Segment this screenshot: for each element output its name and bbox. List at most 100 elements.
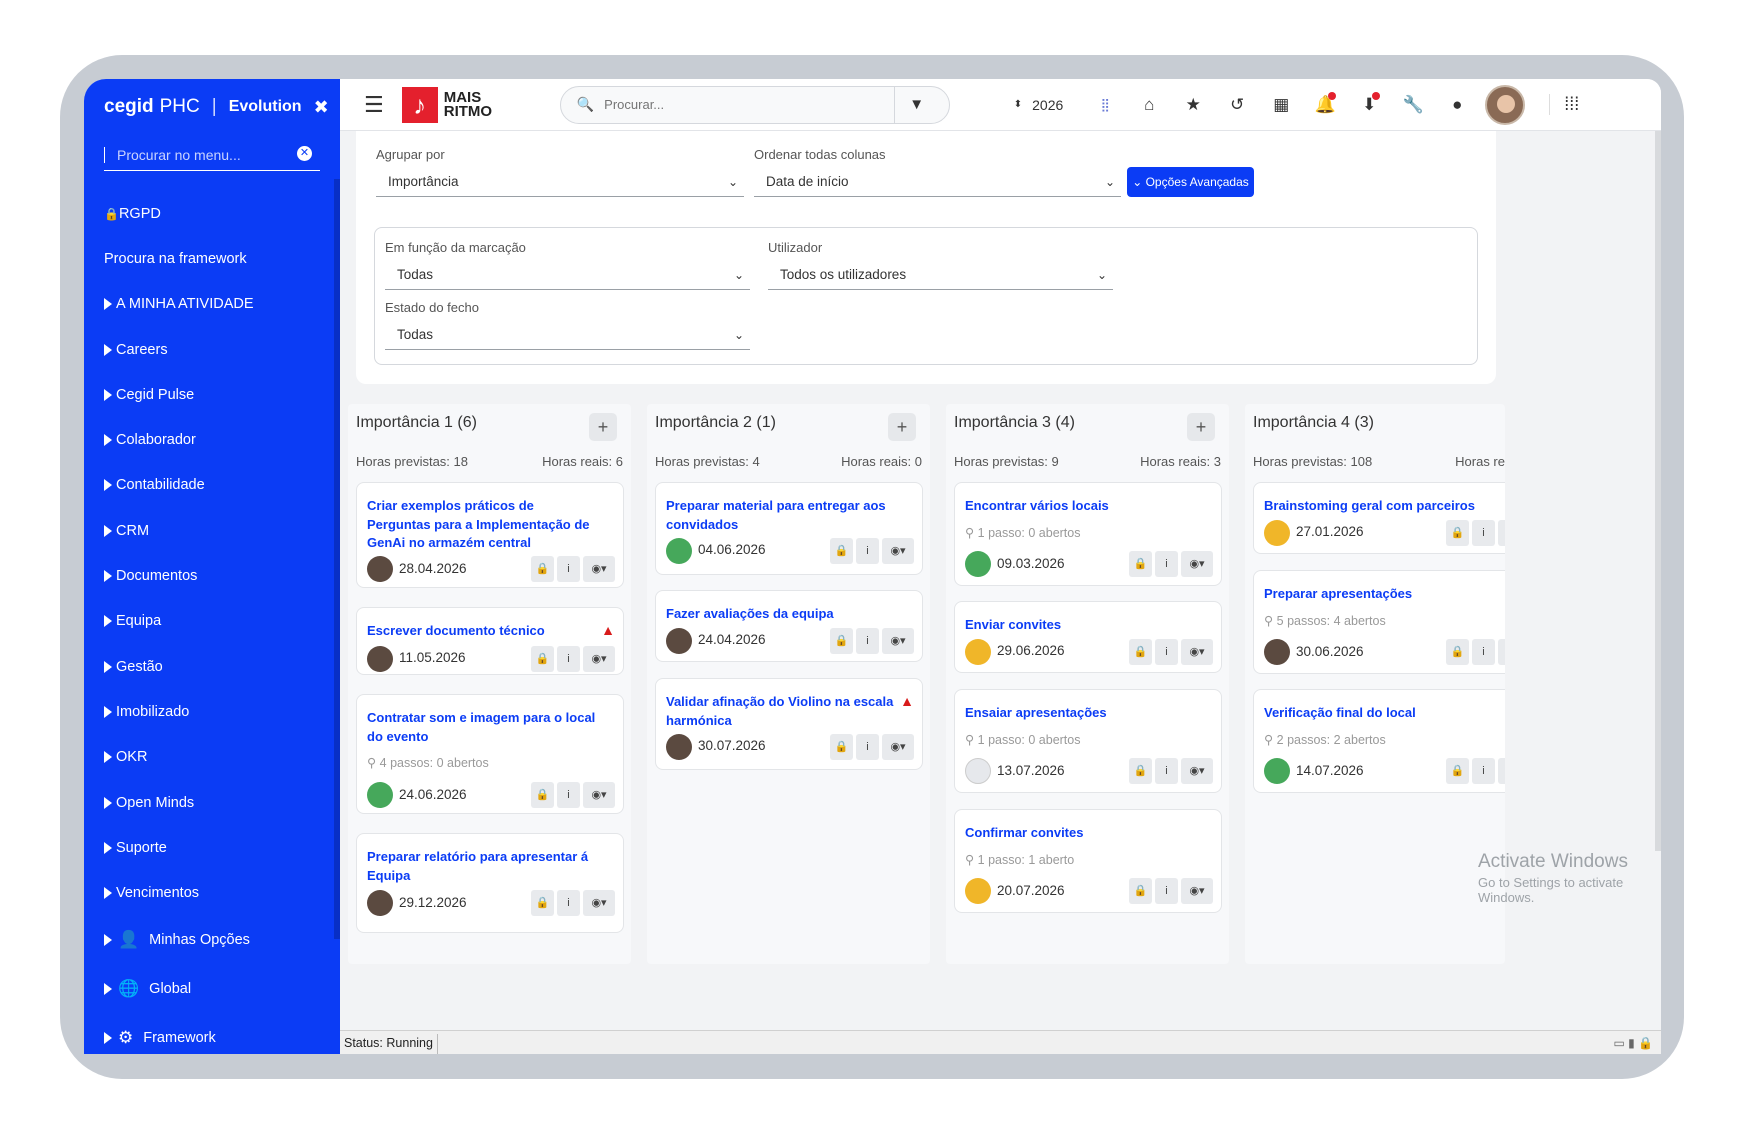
- sidebar-item-open-minds[interactable]: Open Minds: [84, 780, 340, 825]
- task-title[interactable]: Brainstoming geral com parceiros: [1264, 497, 1496, 516]
- info-icon[interactable]: i: [557, 890, 580, 916]
- home-icon[interactable]: ⌂: [1127, 95, 1171, 115]
- calendar-icon[interactable]: ▦: [1259, 95, 1303, 115]
- options-icon[interactable]: ◉▾: [583, 646, 615, 672]
- task-title[interactable]: Preparar relatório para apresentar á Equ…: [367, 848, 599, 885]
- sidebar-item-colaborador[interactable]: Colaborador: [84, 417, 340, 462]
- task-card[interactable]: Enviar convites 29.06.2026 🔒 i ◉▾: [954, 601, 1222, 673]
- hamburger-menu-icon[interactable]: ☰: [364, 92, 384, 118]
- info-icon[interactable]: i: [856, 628, 879, 654]
- options-icon[interactable]: ◉▾: [583, 782, 615, 808]
- task-card[interactable]: Encontrar vários locais ⚲ 1 passo: 0 abe…: [954, 482, 1222, 586]
- lock-icon[interactable]: 🔒: [1129, 551, 1152, 577]
- lock-icon[interactable]: 🔒: [1446, 639, 1469, 665]
- add-task-button[interactable]: +: [888, 413, 916, 441]
- info-icon[interactable]: i: [1155, 551, 1178, 577]
- info-icon[interactable]: i: [1472, 758, 1495, 784]
- apps-grid-icon[interactable]: ⁞⁞⁞: [1549, 94, 1579, 115]
- star-icon[interactable]: ★: [1171, 95, 1215, 115]
- options-icon[interactable]: ◉▾: [882, 628, 914, 654]
- filter-icon[interactable]: ▼: [894, 85, 938, 124]
- logo[interactable]: ♪ MAIS RITMO: [401, 86, 504, 123]
- sidebar-item-vencimentos[interactable]: Vencimentos: [84, 870, 340, 915]
- options-icon[interactable]: ◉▾: [583, 890, 615, 916]
- options-icon[interactable]: ◉▾: [1181, 639, 1213, 665]
- info-icon[interactable]: i: [856, 734, 879, 760]
- lock-icon[interactable]: 🔒: [1129, 758, 1152, 784]
- user-select[interactable]: Todos os utilizadores ⌄: [768, 260, 1113, 290]
- sidebar-item-cegid-pulse[interactable]: Cegid Pulse: [84, 372, 340, 417]
- sidebar-item-global[interactable]: 🌐 Global: [84, 965, 340, 1014]
- task-card[interactable]: Escrever documento técnico ▲ 11.05.2026 …: [356, 607, 624, 675]
- add-task-button[interactable]: +: [1187, 413, 1215, 441]
- close-state-select[interactable]: Todas ⌄: [385, 320, 750, 350]
- task-card[interactable]: Preparar apresentações ⚲ 5 passos: 4 abe…: [1253, 570, 1505, 674]
- info-icon[interactable]: i: [1155, 878, 1178, 904]
- task-title[interactable]: Encontrar vários locais: [965, 497, 1197, 516]
- lock-icon[interactable]: 🔒: [1129, 639, 1152, 665]
- task-card[interactable]: Confirmar convites ⚲ 1 passo: 1 aberto 2…: [954, 809, 1222, 913]
- menu-search-input[interactable]: [104, 146, 284, 163]
- info-icon[interactable]: i: [1472, 639, 1495, 665]
- marking-select[interactable]: Todas ⌄: [385, 260, 750, 290]
- lock-icon[interactable]: 🔒: [531, 782, 554, 808]
- sidebar-item-procura[interactable]: Procura na framework: [84, 236, 340, 281]
- task-title[interactable]: Escrever documento técnico: [367, 622, 599, 641]
- info-icon[interactable]: i: [1155, 758, 1178, 784]
- lock-icon[interactable]: 🔒: [830, 734, 853, 760]
- clear-search-icon[interactable]: ✕: [297, 146, 312, 161]
- task-card[interactable]: Preparar relatório para apresentar á Equ…: [356, 833, 624, 933]
- task-card[interactable]: Contratar som e imagem para o local do e…: [356, 694, 624, 814]
- task-card[interactable]: Criar exemplos práticos de Perguntas par…: [356, 482, 624, 588]
- sidebar-item-gestao[interactable]: Gestão: [84, 644, 340, 689]
- add-task-button[interactable]: +: [589, 413, 617, 441]
- task-card[interactable]: Brainstoming geral com parceiros 27.01.2…: [1253, 482, 1505, 554]
- info-icon[interactable]: i: [1155, 639, 1178, 665]
- sidebar-item-crm[interactable]: CRM: [84, 508, 340, 553]
- sidebar-item-imobilizado[interactable]: Imobilizado: [84, 689, 340, 734]
- info-icon[interactable]: i: [557, 646, 580, 672]
- download-icon[interactable]: ⬇: [1347, 91, 1391, 115]
- info-icon[interactable]: i: [557, 556, 580, 582]
- content-scrollbar[interactable]: [1655, 131, 1661, 851]
- order-select[interactable]: Data de início ⌄: [754, 167, 1121, 197]
- options-icon[interactable]: ◉▾: [1181, 758, 1213, 784]
- info-icon[interactable]: i: [856, 538, 879, 564]
- sidebar-item-documentos[interactable]: Documentos: [84, 553, 340, 598]
- task-title[interactable]: Confirmar convites: [965, 824, 1197, 843]
- sidebar-item-suporte[interactable]: Suporte: [84, 825, 340, 870]
- search-icon[interactable]: 🔍: [577, 96, 594, 113]
- close-icon[interactable]: ✖: [314, 97, 329, 118]
- options-icon[interactable]: ◉▾: [882, 734, 914, 760]
- lock-icon[interactable]: 🔒: [531, 646, 554, 672]
- task-title[interactable]: Criar exemplos práticos de Perguntas par…: [367, 497, 599, 553]
- options-icon[interactable]: ◉▾: [1498, 758, 1505, 784]
- sidebar-item-equipa[interactable]: Equipa: [84, 599, 340, 644]
- lock-icon[interactable]: 🔒: [531, 890, 554, 916]
- search-input[interactable]: [604, 97, 895, 112]
- bell-icon[interactable]: 🔔: [1303, 91, 1347, 115]
- lock-icon[interactable]: 🔒: [1446, 520, 1469, 546]
- task-title[interactable]: Preparar apresentações: [1264, 585, 1496, 604]
- task-card[interactable]: Preparar material para entregar aos conv…: [655, 482, 923, 575]
- task-title[interactable]: Validar afinação do Violino na escala ha…: [666, 693, 898, 730]
- options-icon[interactable]: ◉▾: [1181, 551, 1213, 577]
- sidebar-item-rgpd[interactable]: 🔒 RGPD: [84, 191, 340, 236]
- options-icon[interactable]: ◉▾: [1498, 520, 1505, 546]
- task-title[interactable]: Ensaiar apresentações: [965, 704, 1197, 723]
- options-icon[interactable]: ◉▾: [583, 556, 615, 582]
- task-card[interactable]: Validar afinação do Violino na escala ha…: [655, 678, 923, 770]
- sidebar-item-minhas-opcoes[interactable]: 👤 Minhas Opções: [84, 916, 340, 965]
- lightbulb-icon[interactable]: ●: [1435, 95, 1479, 115]
- lock-icon[interactable]: 🔒: [1129, 878, 1152, 904]
- task-title[interactable]: Fazer avaliações da equipa: [666, 605, 898, 624]
- grid-dots-icon[interactable]: ⣿: [1083, 97, 1127, 113]
- lock-icon[interactable]: 🔒: [531, 556, 554, 582]
- history-icon[interactable]: ↺: [1215, 95, 1259, 115]
- task-title[interactable]: Enviar convites: [965, 616, 1197, 635]
- sidebar-item-contabilidade[interactable]: Contabilidade: [84, 463, 340, 508]
- task-title[interactable]: Contratar som e imagem para o local do e…: [367, 709, 599, 746]
- wrench-icon[interactable]: 🔧: [1391, 95, 1435, 115]
- task-card[interactable]: Ensaiar apresentações ⚲ 1 passo: 0 abert…: [954, 689, 1222, 793]
- options-icon[interactable]: ◉▾: [882, 538, 914, 564]
